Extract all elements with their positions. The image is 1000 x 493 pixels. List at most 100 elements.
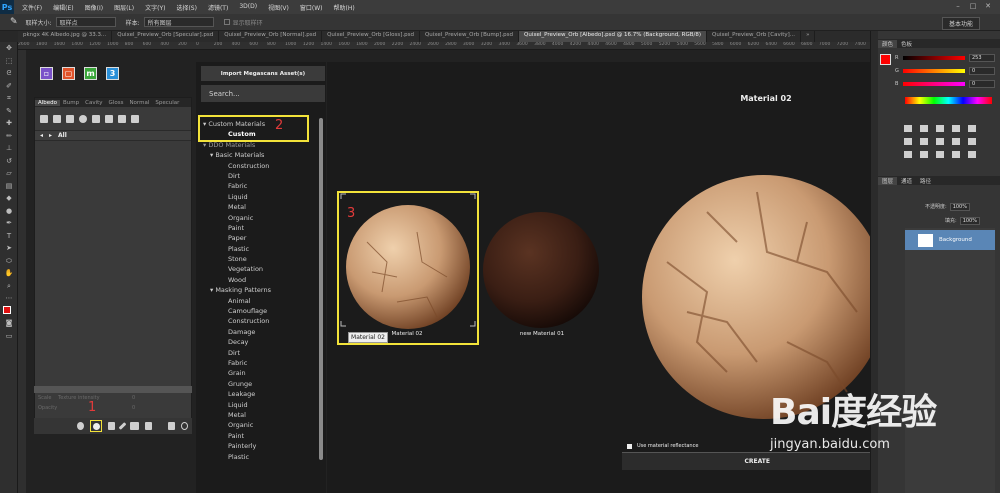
channel-tool-icon[interactable] <box>118 115 126 123</box>
channel-tool-icon[interactable] <box>92 115 100 123</box>
menu-item[interactable]: 滤镜(T) <box>208 3 228 12</box>
menu-item[interactable]: 窗口(W) <box>300 3 323 12</box>
document-tab[interactable]: Quixel_Preview_Orb [Specular].psd <box>112 31 220 42</box>
save-icon[interactable] <box>168 422 175 430</box>
menu-item[interactable]: 编辑(E) <box>53 3 73 12</box>
document-tab[interactable]: » <box>801 31 816 42</box>
tree-item[interactable]: ▾ Masking Patterns <box>199 285 314 295</box>
pen-tool-icon[interactable]: ✒ <box>0 217 18 230</box>
lasso-tool-icon[interactable]: ᘓ <box>0 67 18 80</box>
channel-tool-icon[interactable] <box>105 115 113 123</box>
tree-item[interactable]: Vegetation <box>199 264 314 274</box>
menu-item[interactable]: 视图(V) <box>268 3 289 12</box>
tree-item[interactable]: Liquid <box>199 192 314 202</box>
menu-item[interactable]: 选择(S) <box>176 3 197 12</box>
hand-tool-icon[interactable]: ✋ <box>0 267 18 280</box>
trash-icon[interactable] <box>145 422 152 430</box>
tree-item[interactable]: Metal <box>199 202 314 212</box>
import-megascans-button[interactable]: Import Megascans Asset(s) <box>201 66 325 81</box>
tab-gloss[interactable]: Gloss <box>106 100 127 106</box>
shape-tool-icon[interactable]: ⬭ <box>0 255 18 268</box>
close-button[interactable]: ✕ <box>982 2 994 12</box>
tree-item[interactable]: Fabric <box>199 181 314 191</box>
brush-icon[interactable] <box>118 422 127 430</box>
tab-layers[interactable]: 图层 <box>878 176 898 185</box>
brightness-icon[interactable] <box>904 125 912 132</box>
tree-item[interactable]: Construction <box>199 161 314 171</box>
path-select-tool-icon[interactable]: ➤ <box>0 242 18 255</box>
document-tab[interactable]: Quixel_Preview_Orb [Bump].psd <box>420 31 520 42</box>
menu-item[interactable]: 图层(L) <box>114 3 134 12</box>
document-tab[interactable]: Quixel_Preview_Orb [Albedo].psd @ 16.7% … <box>519 31 708 42</box>
eyedropper-tool-icon[interactable]: ✎ <box>0 105 18 118</box>
type-tool-icon[interactable]: T <box>0 230 18 243</box>
color-slider[interactable] <box>903 56 965 60</box>
marquee-tool-icon[interactable]: ⬚ <box>0 55 18 68</box>
menu-item[interactable]: 图像(I) <box>85 3 103 12</box>
folder-icon[interactable] <box>130 422 139 430</box>
tab-normal[interactable]: Normal <box>126 100 152 106</box>
material-sphere-button[interactable] <box>90 420 102 432</box>
history-brush-icon[interactable]: ↺ <box>0 155 18 168</box>
material-thumb-2[interactable] <box>483 212 599 328</box>
tree-item[interactable]: ▾ Basic Materials <box>199 150 314 160</box>
color-spectrum[interactable] <box>905 97 992 104</box>
crop-tool-icon[interactable]: ⌗ <box>0 92 18 105</box>
ddo-painter-icon[interactable]: ▫ <box>40 67 53 80</box>
foreground-color-swatch[interactable] <box>880 54 891 65</box>
tab-bump[interactable]: Bump <box>60 100 82 106</box>
menu-item[interactable]: 3D(D) <box>239 3 257 12</box>
mdo-icon[interactable]: m <box>84 67 97 80</box>
tree-item[interactable]: Paper <box>199 233 314 243</box>
tree-item[interactable]: Liquid <box>199 400 314 410</box>
slider-row[interactable]: Scale Texture intensity 0 <box>34 393 192 403</box>
expand-right-icon[interactable]: ▸ <box>49 132 52 139</box>
tree-item[interactable]: Grain <box>199 368 314 378</box>
tab-channels[interactable]: 通道 <box>897 177 916 185</box>
color-value-input[interactable]: 253 <box>969 54 995 62</box>
tree-item[interactable]: Paint <box>199 431 314 441</box>
brush-tool-icon[interactable]: ✏ <box>0 130 18 143</box>
blur-tool-icon[interactable]: ◆ <box>0 192 18 205</box>
slider-row[interactable]: Opacity 0 <box>34 403 192 413</box>
tab-paths[interactable]: 路径 <box>916 177 935 185</box>
sample-select[interactable]: 所有图层 <box>143 17 214 27</box>
reflectance-checkbox[interactable] <box>627 443 632 449</box>
exposure-icon[interactable] <box>952 125 960 132</box>
maximize-button[interactable]: □ <box>967 2 979 12</box>
color-slider[interactable] <box>903 69 965 73</box>
tab-color[interactable]: 颜色 <box>878 39 898 48</box>
menu-item[interactable]: 文件(F) <box>22 3 42 12</box>
color-slider[interactable] <box>903 82 965 86</box>
tree-item[interactable]: Dirt <box>199 171 314 181</box>
tree-item[interactable]: Organic <box>199 420 314 430</box>
curves-icon[interactable] <box>936 125 944 132</box>
menu-item[interactable]: 帮助(H) <box>334 3 355 12</box>
workspace-select[interactable]: 基本功能 <box>941 17 980 30</box>
mask-icon[interactable] <box>77 422 84 430</box>
tree-item[interactable]: Stone <box>199 254 314 264</box>
tree-item[interactable]: Construction <box>199 316 314 326</box>
tree-item[interactable]: Painterly <box>199 441 314 451</box>
tree-item[interactable]: Leakage <box>199 389 314 399</box>
layer-background[interactable]: Background <box>905 230 995 250</box>
channel-tool-icon[interactable] <box>53 115 61 123</box>
document-tab[interactable]: pkngx 4K Albedo.jpg @ 33.3... <box>18 31 113 42</box>
zoom-tool-icon[interactable]: ⌕ <box>0 280 18 293</box>
tab-albedo[interactable]: Albedo <box>35 99 61 106</box>
levels-icon[interactable] <box>920 125 928 132</box>
color-value-input[interactable]: 0 <box>969 67 995 75</box>
all-layers-row[interactable]: ◂ ▸ All <box>35 131 191 141</box>
stamp-tool-icon[interactable]: ⊥ <box>0 142 18 155</box>
tree-scrollbar[interactable] <box>319 118 323 460</box>
healing-tool-icon[interactable]: ✚ <box>0 117 18 130</box>
fill-input[interactable]: 100% <box>959 216 980 225</box>
gradient-tool-icon[interactable]: ▤ <box>0 180 18 193</box>
channel-tool-icon[interactable] <box>40 115 48 123</box>
tree-item[interactable]: Paint <box>199 223 314 233</box>
collapse-left-icon[interactable]: ◂ <box>40 132 43 139</box>
invert-icon[interactable] <box>904 151 912 158</box>
tree-item[interactable]: Camouflage <box>199 306 314 316</box>
color-balance-icon[interactable] <box>920 138 928 145</box>
tree-item[interactable]: Metal <box>199 410 314 420</box>
